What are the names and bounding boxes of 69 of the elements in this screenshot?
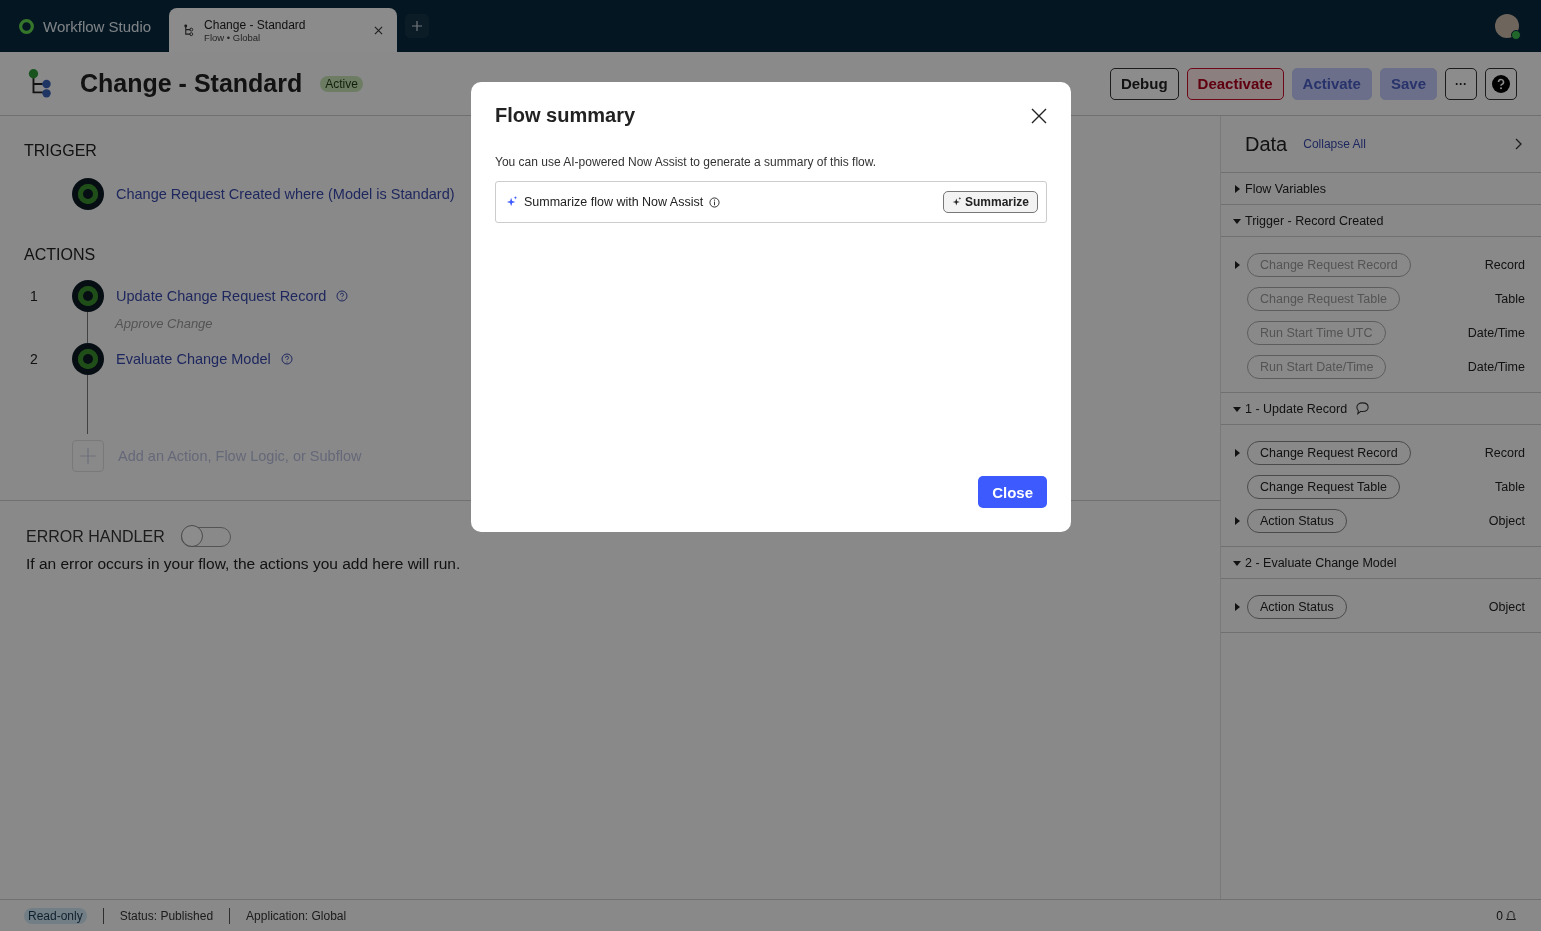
section-heading: TRIGGER	[24, 142, 98, 160]
toolbar-button[interactable]: Debug	[1109, 67, 1179, 100]
plus-icon	[412, 21, 423, 31]
speech-bubble-icon[interactable]	[1355, 401, 1371, 416]
caret-icon[interactable]	[1233, 449, 1241, 457]
data-type: Date/Time	[1467, 326, 1525, 340]
data-type: Date/Time	[1467, 360, 1525, 374]
trigger-link[interactable]: Change Request Created where (Model is Standard)	[116, 186, 455, 202]
flow-tab[interactable]: Change - Standard Flow • Global	[169, 8, 398, 52]
step-node-icon	[72, 178, 104, 210]
data-type: Record	[1484, 258, 1525, 272]
data-type: Object	[1488, 514, 1525, 528]
notification-count[interactable]: 0	[1496, 908, 1503, 923]
chevron-right-icon[interactable]	[1515, 138, 1523, 150]
flow-title: Change - Standard	[80, 69, 303, 98]
step-node-icon	[72, 280, 104, 312]
help-icon[interactable]	[336, 290, 349, 302]
caret-icon[interactable]	[1233, 603, 1241, 611]
status-badge: Active	[320, 75, 363, 92]
error-handler-description: If an error occurs in your flow, the actions you add here will run.	[26, 555, 462, 573]
collapse-all-link[interactable]: Collapse All	[1303, 137, 1366, 151]
sparkle-icon	[951, 197, 962, 207]
section-header[interactable]: 2 - Evaluate Change Model	[1221, 547, 1541, 579]
toolbar-button[interactable]: Deactivate	[1186, 67, 1284, 100]
step-number: 1	[29, 288, 39, 304]
caret-icon[interactable]	[1233, 517, 1241, 525]
bell-icon[interactable]	[1505, 909, 1517, 922]
data-type: Table	[1495, 292, 1525, 306]
section-header[interactable]: Trigger - Record Created	[1221, 205, 1541, 237]
tab-subtitle: Flow • Global	[204, 31, 262, 43]
data-type: Object	[1488, 600, 1525, 614]
panel-title: Data	[1245, 132, 1288, 156]
help-button[interactable]	[1485, 67, 1517, 100]
action-link[interactable]: Update Change Request Record	[116, 288, 327, 304]
error-handler-toggle[interactable]	[180, 527, 231, 547]
section-title: Flow Variables	[1245, 181, 1327, 196]
step-number: 2	[29, 351, 39, 367]
online-indicator	[1511, 30, 1521, 40]
user-avatar[interactable]	[1495, 14, 1519, 38]
sparkle-icon	[506, 196, 518, 208]
status-text: Application: Global	[246, 908, 347, 923]
data-type: Record	[1484, 446, 1525, 460]
summarize-button[interactable]: Summarize	[942, 191, 1038, 213]
section-header[interactable]: Flow Variables	[1221, 173, 1541, 205]
logo-icon	[18, 17, 35, 35]
section-title: 2 - Evaluate Change Model	[1245, 555, 1397, 570]
action-link[interactable]: Evaluate Change Model	[116, 351, 271, 367]
section-title: 1 - Update Record	[1245, 401, 1348, 416]
section-title: Trigger - Record Created	[1245, 213, 1384, 228]
section-heading: ERROR HANDLER	[26, 528, 165, 546]
section-header[interactable]: 1 - Update Record	[1221, 393, 1541, 425]
now-assist-prompt: Summarize flow with Now Assist	[524, 195, 704, 209]
dialog-description: You can use AI-powered Now Assist to generate a summary of this flow.	[495, 155, 878, 169]
data-type: Table	[1495, 480, 1525, 494]
app-name: Workflow Studio	[43, 17, 152, 35]
flow-icon	[183, 23, 195, 37]
help-icon	[1492, 74, 1510, 93]
step-node-icon	[72, 343, 104, 375]
read-only-badge: Read-only	[24, 907, 87, 924]
dialog-title: Flow summary	[495, 104, 636, 127]
tab-title: Change - Standard	[204, 17, 307, 32]
flow-icon	[26, 67, 54, 100]
close-icon[interactable]	[1031, 107, 1047, 124]
section-heading: ACTIONS	[24, 246, 97, 264]
help-icon[interactable]	[280, 353, 293, 365]
status-text: Status: Published	[119, 908, 214, 923]
close-button[interactable]: Close	[978, 476, 1047, 508]
info-icon[interactable]	[709, 196, 721, 208]
more-button[interactable]: ···	[1445, 67, 1477, 100]
